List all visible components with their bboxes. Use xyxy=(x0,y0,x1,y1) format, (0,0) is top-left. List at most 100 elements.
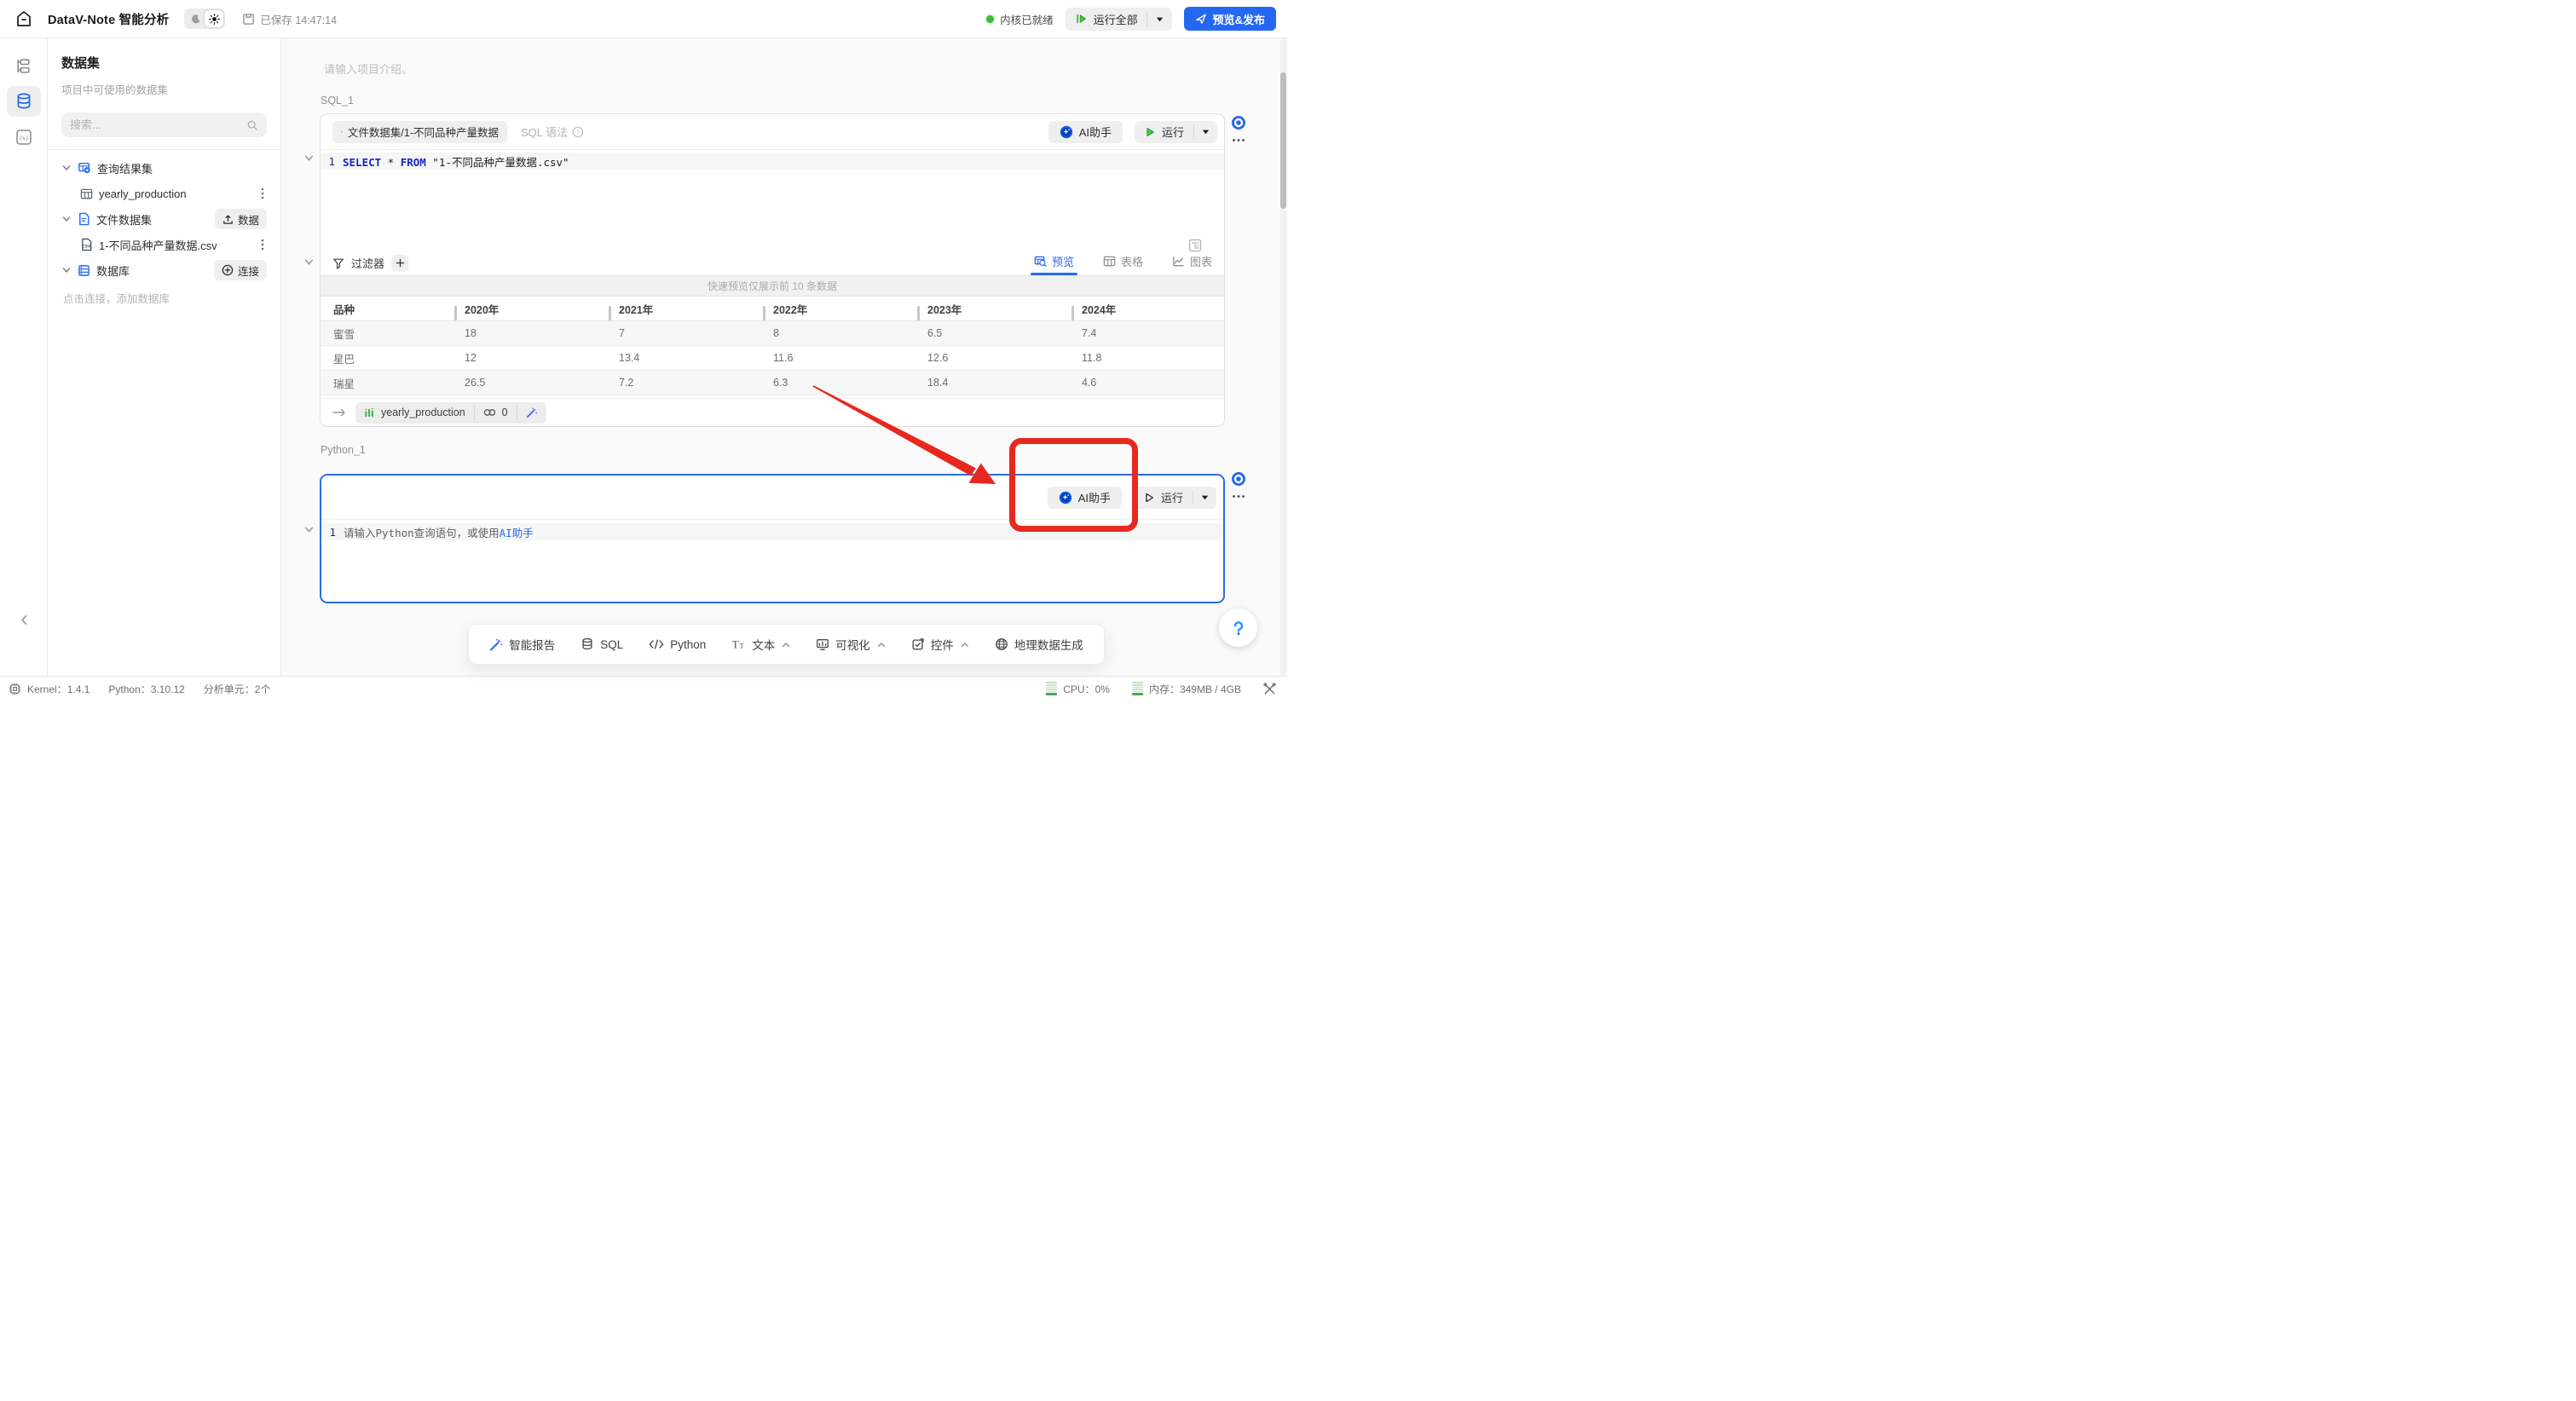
python-run-main[interactable]: 运行 xyxy=(1134,487,1193,509)
sql-run-main[interactable]: 运行 xyxy=(1135,121,1193,143)
more-actions-icon[interactable] xyxy=(1232,494,1245,499)
help-circle-icon[interactable]: ? xyxy=(572,126,584,138)
dataset-search[interactable] xyxy=(61,112,267,137)
python-cell[interactable]: AI助手 运行 xyxy=(320,474,1225,603)
toolbar-widgets[interactable]: 控件 xyxy=(911,636,969,653)
toolbar-python[interactable]: Python xyxy=(649,638,706,651)
sql-code-line[interactable]: 1 SELECT * FROM "1-不同品种产量数据.csv" xyxy=(321,153,1224,170)
left-icon-rail: (x) xyxy=(0,38,48,676)
rail-datasets-button[interactable] xyxy=(7,86,41,117)
column-separator[interactable] xyxy=(454,306,457,320)
home-icon xyxy=(14,9,34,29)
toolbar-visualization[interactable]: 可视化 xyxy=(816,636,886,653)
chevron-down-icon xyxy=(303,257,315,268)
moon-icon xyxy=(190,14,201,25)
publish-button[interactable]: 预览&发布 xyxy=(1184,7,1276,31)
run-all-label: 运行全部 xyxy=(1094,11,1138,27)
toolbar-text[interactable]: TT 文本 xyxy=(731,636,790,653)
tree-node-yearly-production[interactable]: yearly_production xyxy=(61,181,267,206)
chevron-down-icon[interactable] xyxy=(61,163,72,173)
visibility-eye-icon[interactable] xyxy=(1231,115,1246,130)
ai-assistant-link[interactable]: AI助手 xyxy=(500,527,534,539)
python-ai-assistant-button[interactable]: AI助手 xyxy=(1048,487,1122,509)
output-dataset-chip[interactable]: yearly_production 0 xyxy=(355,402,546,424)
sql-run-dropdown[interactable] xyxy=(1194,121,1217,143)
tab-chart[interactable]: 图表 xyxy=(1172,253,1212,275)
line-number: 1 xyxy=(321,526,344,539)
tree-node-file-datasets[interactable]: 文件数据集 数据 xyxy=(61,206,267,232)
scrollbar-thumb[interactable] xyxy=(1280,72,1286,209)
output-magic-segment[interactable] xyxy=(517,402,546,424)
toolbar-geo-data[interactable]: 地理数据生成 xyxy=(995,636,1083,653)
sql-syntax-label: SQL 语法 xyxy=(521,124,568,140)
python-code-line[interactable]: 1 请输入Python查询语句，或使用AI助手 xyxy=(321,523,1223,540)
table-cell: 瑞星 xyxy=(321,375,454,391)
row-menu-button[interactable] xyxy=(258,187,267,199)
theme-toggle[interactable] xyxy=(184,9,225,29)
run-all-play-icon xyxy=(1076,13,1088,25)
run-all-dropdown[interactable] xyxy=(1147,8,1172,31)
python-run-dropdown[interactable] xyxy=(1193,487,1216,509)
play-icon xyxy=(1144,126,1156,138)
sql-ai-assistant-button[interactable]: AI助手 xyxy=(1048,121,1123,143)
kernel-info: Kernel：1.4.1 xyxy=(9,682,90,696)
tree-node-query-results[interactable]: 查询结果集 xyxy=(61,155,267,181)
dataset-chip-label: 文件数据集/1-不同品种产量数据 xyxy=(348,124,499,140)
tree-node-databases[interactable]: 数据库 连接 xyxy=(61,257,267,283)
output-name-segment[interactable]: yearly_production xyxy=(355,402,474,424)
upload-data-button[interactable]: 数据 xyxy=(215,209,267,229)
output-links-segment[interactable]: 0 xyxy=(475,402,517,424)
datasets-panel: 数据集 项目中可使用的数据集 查询结果集 yearly_production xyxy=(48,38,281,676)
sql-run-button[interactable]: 运行 xyxy=(1135,121,1217,143)
help-button[interactable] xyxy=(1219,608,1257,647)
column-separator[interactable] xyxy=(917,306,920,320)
home-button[interactable] xyxy=(12,7,36,31)
column-separator[interactable] xyxy=(763,306,765,320)
toolbar-sql[interactable]: SQL xyxy=(580,637,623,651)
column-separator[interactable] xyxy=(609,306,611,320)
chevron-down-icon[interactable] xyxy=(61,265,72,275)
ai-assistant-label: AI助手 xyxy=(1078,489,1111,505)
python-cell-label: Python_1 xyxy=(321,444,366,456)
collapse-python-code-button[interactable] xyxy=(303,524,315,535)
green-bars-icon xyxy=(364,407,375,418)
chevron-down-icon xyxy=(303,153,315,164)
tab-preview[interactable]: 预览 xyxy=(1034,253,1074,275)
ai-sparkle-icon xyxy=(1059,491,1072,504)
link-count: 0 xyxy=(502,406,508,418)
visibility-eye-icon[interactable] xyxy=(1231,471,1246,487)
magic-wand-icon xyxy=(526,406,538,418)
toolbar-smart-report[interactable]: 智能报告 xyxy=(489,636,555,653)
python-run-button[interactable]: 运行 xyxy=(1134,487,1216,509)
collapse-sql-code-button[interactable] xyxy=(303,153,315,164)
project-intro-placeholder[interactable]: 请输入项目介绍。 xyxy=(324,61,413,77)
search-input[interactable] xyxy=(70,118,246,131)
tree-node-csv-file[interactable]: CSV 1-不同品种产量数据.csv xyxy=(61,232,267,257)
tab-table[interactable]: 表格 xyxy=(1103,253,1143,275)
dark-mode-segment[interactable] xyxy=(186,10,205,27)
python-version: Python：3.10.12 xyxy=(108,682,184,696)
visualization-icon xyxy=(816,637,829,651)
tree-label: 数据库 xyxy=(96,262,130,279)
run-all-button[interactable]: 运行全部 xyxy=(1066,8,1172,31)
table-cell: 13.4 xyxy=(609,352,763,364)
connect-database-button[interactable]: 连接 xyxy=(214,260,267,280)
table-cell: 7.4 xyxy=(1071,327,1226,339)
database-icon xyxy=(580,637,594,651)
tools-button[interactable] xyxy=(1263,683,1276,695)
header-actions: 内核已就绪 运行全部 预览&发布 xyxy=(986,7,1276,31)
collapse-sql-preview-button[interactable] xyxy=(303,257,315,268)
run-all-main[interactable]: 运行全部 xyxy=(1066,8,1146,31)
row-menu-button[interactable] xyxy=(258,239,267,251)
rail-formula-button[interactable]: (x) xyxy=(7,122,41,153)
rail-outline-button[interactable] xyxy=(7,50,41,81)
more-actions-icon[interactable] xyxy=(1232,138,1245,142)
table-cell: 7.2 xyxy=(609,377,763,389)
kebab-icon xyxy=(261,239,264,251)
column-separator[interactable] xyxy=(1071,306,1074,320)
add-filter-button[interactable] xyxy=(391,255,408,272)
collapse-sidebar-button[interactable] xyxy=(0,614,48,626)
chevron-down-icon[interactable] xyxy=(61,214,72,224)
dataset-chip[interactable]: CSV 文件数据集/1-不同品种产量数据 xyxy=(332,121,507,143)
light-mode-segment[interactable] xyxy=(205,10,223,27)
